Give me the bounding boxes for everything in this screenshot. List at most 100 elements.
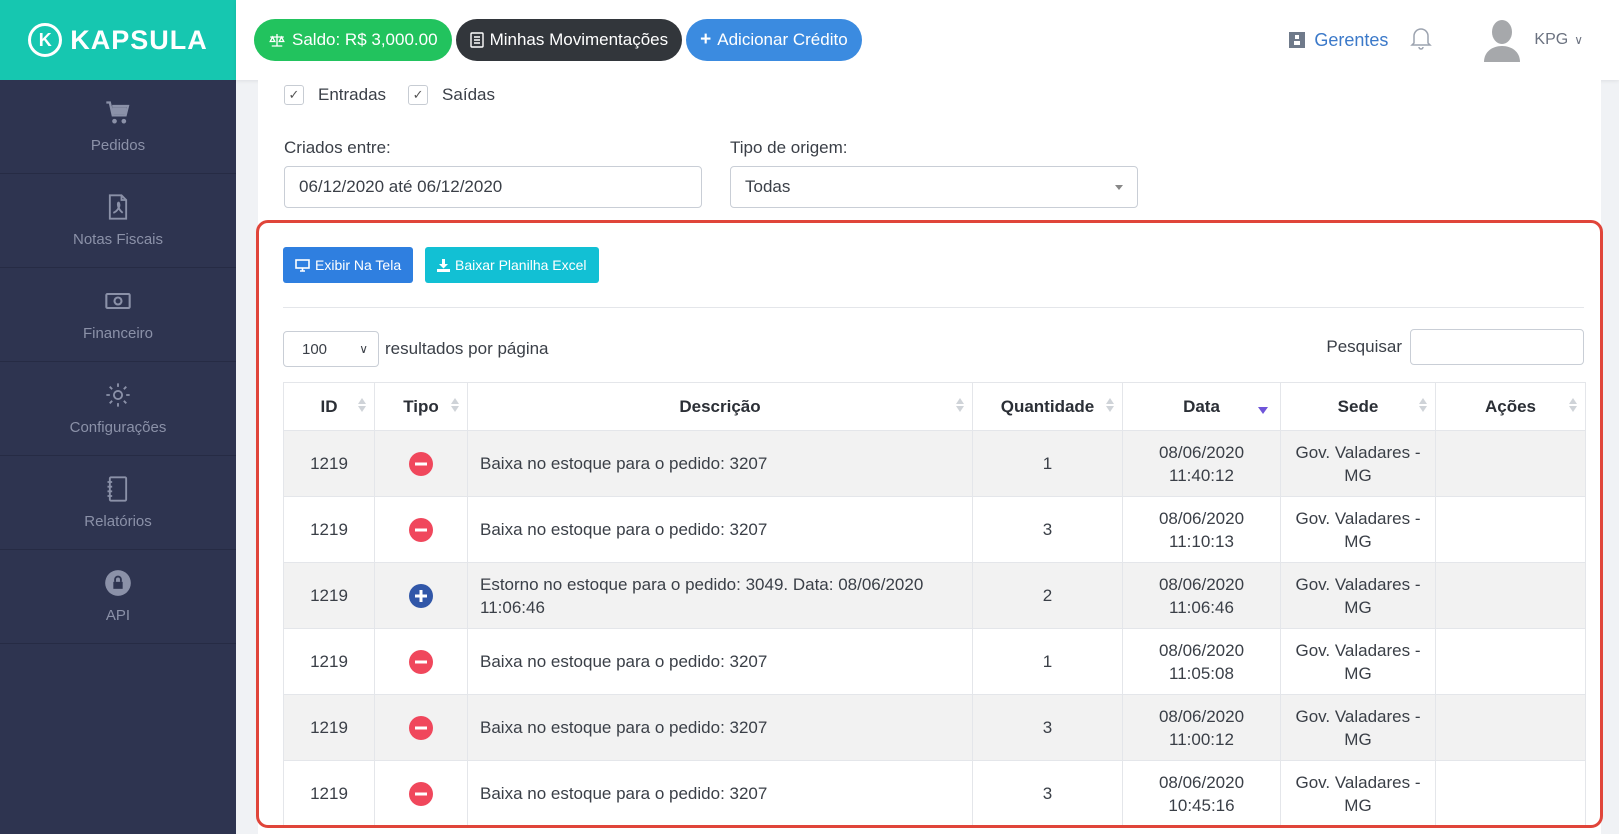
col-header-sede[interactable]: Sede — [1280, 382, 1436, 431]
monitor-icon — [295, 258, 310, 272]
col-header-label: Tipo — [403, 396, 439, 416]
origem-select[interactable]: Todas — [730, 166, 1138, 208]
entradas-label: Entradas — [318, 85, 387, 104]
chevron-down-icon — [1115, 185, 1123, 190]
cell-tipo — [374, 628, 468, 695]
perpage-value: 100 — [302, 340, 328, 358]
cell-descricao: Baixa no estoque para o pedido: 3207 — [467, 694, 973, 761]
cell-tipo — [374, 496, 468, 563]
saidas-label: Saídas — [442, 85, 495, 104]
cell-quantidade: 3 — [972, 496, 1123, 563]
cell-sede-state: MG — [1344, 465, 1372, 485]
logo-text: KAPSULA — [70, 24, 208, 55]
exibir-na-tela-button[interactable]: Exibir Na Tela — [283, 247, 414, 283]
plus-icon: + — [700, 29, 712, 50]
col-header-quantidade[interactable]: Quantidade — [972, 382, 1123, 431]
col-header-label: ID — [320, 396, 338, 416]
gerentes-link[interactable]: Gerentes — [1288, 30, 1388, 51]
col-header-acoes[interactable]: Ações — [1435, 382, 1586, 431]
perpage-select[interactable]: 100 ∨ — [283, 331, 379, 367]
balance-scale-icon — [269, 34, 285, 47]
user-name: KPG — [1534, 31, 1569, 48]
table-row[interactable]: 1219 Estorno no estoque para o pedido: 3… — [283, 562, 1586, 629]
sidebar-item-relatorios[interactable]: Relatórios — [0, 456, 236, 550]
cell-data-date: 08/06/2020 — [1158, 508, 1245, 528]
topbar: Saldo: R$ 3,000.00 Minhas Movimentações … — [236, 0, 1619, 80]
entradas-checkbox[interactable]: ✓ — [284, 85, 304, 105]
tipo-checkboxes: ✓ Entradas ✓ Saídas — [284, 85, 517, 105]
cell-data: 08/06/2020 11:10:13 — [1122, 496, 1281, 563]
cart-icon — [106, 101, 130, 124]
sidebar-item-label: Financeiro — [82, 325, 154, 342]
cell-data-time: 11:05:08 — [1169, 663, 1234, 683]
cell-sede-city: Gov. Valadares - — [1295, 508, 1421, 528]
table-row[interactable]: 1219 Baixa no estoque para o pedido: 320… — [283, 694, 1586, 761]
col-header-data[interactable]: Data — [1122, 382, 1281, 431]
movements-table: ID Tipo Descrição Quantidade Data Sede A… — [283, 382, 1586, 825]
search-control: Pesquisar — [1326, 329, 1584, 365]
cell-tipo — [374, 694, 468, 761]
cell-id: 1219 — [283, 562, 375, 629]
origem-label: Tipo de origem: — [730, 138, 848, 157]
search-input[interactable] — [1410, 329, 1584, 365]
logo[interactable]: K KAPSULA — [0, 0, 236, 80]
bell-icon[interactable] — [1410, 26, 1433, 55]
minus-circle-icon — [409, 781, 433, 806]
sidebar-item-label: Notas Fiscais — [72, 231, 164, 248]
table-row[interactable]: 1219 Baixa no estoque para o pedido: 320… — [283, 430, 1586, 497]
notebook-icon — [107, 476, 128, 502]
cell-tipo — [374, 760, 468, 825]
cell-descricao: Baixa no estoque para o pedido: 3207 — [467, 430, 973, 497]
money-icon — [105, 292, 131, 310]
col-header-descricao[interactable]: Descrição — [467, 382, 973, 431]
cell-id: 1219 — [283, 694, 375, 761]
cell-data-date: 08/06/2020 — [1158, 574, 1245, 594]
table-row[interactable]: 1219 Baixa no estoque para o pedido: 320… — [283, 760, 1586, 825]
col-header-label: Data — [1183, 396, 1220, 416]
sort-icon — [1419, 398, 1427, 412]
cell-data-time: 11:06:46 — [1169, 597, 1234, 617]
col-header-label: Ações — [1484, 396, 1537, 416]
sidebar: K KAPSULA Pedidos Notas Fiscais Financei… — [0, 0, 236, 834]
sidebar-item-label: Relatórios — [84, 513, 152, 530]
sidebar-item-financeiro[interactable]: Financeiro — [0, 268, 236, 362]
cell-quantidade: 3 — [972, 760, 1123, 825]
cell-sede-city: Gov. Valadares - — [1295, 640, 1421, 660]
cell-data-time: 11:40:12 — [1169, 465, 1234, 485]
cell-data: 08/06/2020 11:06:46 — [1122, 562, 1281, 629]
cell-acoes — [1435, 694, 1586, 761]
cell-quantidade: 2 — [972, 562, 1123, 629]
baixar-planilha-button[interactable]: Baixar Planilha Excel — [425, 247, 599, 283]
cell-id: 1219 — [283, 496, 375, 563]
sidebar-item-api[interactable]: API — [0, 550, 236, 644]
adicionar-credito-button[interactable]: + Adicionar Crédito — [686, 19, 862, 61]
criados-date-range-input[interactable]: 06/12/2020 até 06/12/2020 — [284, 166, 702, 208]
cell-acoes — [1435, 430, 1586, 497]
table-row[interactable]: 1219 Baixa no estoque para o pedido: 320… — [283, 496, 1586, 563]
movimentacoes-button[interactable]: Minhas Movimentações — [455, 19, 683, 61]
sidebar-item-pedidos[interactable]: Pedidos — [0, 80, 236, 174]
saidas-checkbox[interactable]: ✓ — [408, 85, 429, 105]
cell-sede-city: Gov. Valadares - — [1295, 772, 1421, 792]
sort-icon — [358, 398, 366, 412]
table-row[interactable]: 1219 Baixa no estoque para o pedido: 320… — [283, 628, 1586, 695]
gerentes-label: Gerentes — [1314, 29, 1389, 50]
sidebar-item-configuracoes[interactable]: Configurações — [0, 362, 236, 456]
cell-sede: Gov. Valadares - MG — [1280, 628, 1436, 695]
col-header-id[interactable]: ID — [283, 382, 375, 431]
cell-sede-state: MG — [1344, 795, 1372, 815]
saldo-label: Saldo: R$ 3,000.00 — [292, 30, 438, 49]
user-menu[interactable]: KPG ∨ — [1534, 31, 1583, 49]
chevron-down-icon: ∨ — [359, 342, 368, 356]
cell-sede: Gov. Valadares - MG — [1280, 694, 1436, 761]
origem-value: Todas — [745, 177, 791, 196]
gear-icon — [106, 383, 130, 407]
saldo-button[interactable]: Saldo: R$ 3,000.00 — [254, 19, 452, 61]
avatar[interactable] — [1482, 18, 1522, 62]
col-header-label: Descrição — [679, 396, 761, 416]
document-icon — [469, 32, 484, 48]
table-header-row: ID Tipo Descrição Quantidade Data Sede A… — [283, 382, 1586, 431]
sidebar-item-notas-fiscais[interactable]: Notas Fiscais — [0, 174, 236, 268]
sort-desc-icon — [1258, 407, 1268, 414]
col-header-tipo[interactable]: Tipo — [374, 382, 468, 431]
